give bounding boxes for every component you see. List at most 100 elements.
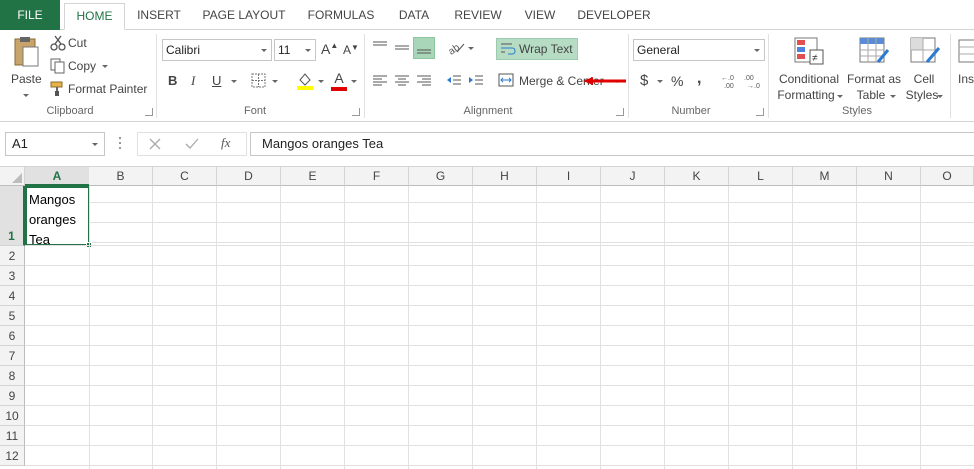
column-header[interactable]: K (665, 167, 729, 186)
comma-style-button[interactable]: , (697, 70, 701, 88)
chevron-down-icon (837, 95, 843, 98)
tab-data[interactable]: DATA (390, 3, 438, 30)
caret-down-icon: ▼ (351, 43, 359, 52)
font-launcher-icon[interactable] (352, 108, 360, 116)
insert-cells-button[interactable]: Ins (955, 34, 974, 102)
chevron-down-icon[interactable] (657, 80, 663, 83)
row-header[interactable]: 2 (0, 246, 25, 266)
shrink-font-button[interactable]: A▼ (343, 43, 359, 57)
gridline (920, 186, 921, 469)
row-header[interactable]: 6 (0, 326, 25, 346)
tab-formulas[interactable]: FORMULAS (302, 3, 380, 30)
formula-input[interactable]: Mangos oranges Tea (250, 132, 974, 156)
svg-text:→.0: →.0 (747, 83, 760, 90)
tab-page-layout[interactable]: PAGE LAYOUT (196, 3, 292, 30)
chevron-down-icon[interactable] (468, 47, 474, 50)
drag-handle-icon[interactable] (119, 137, 121, 151)
font-name-select[interactable]: Calibri (162, 39, 272, 61)
tab-file[interactable]: FILE (0, 0, 60, 30)
align-center-icon[interactable] (394, 74, 410, 88)
clipboard-launcher-icon[interactable] (145, 108, 153, 116)
column-header[interactable]: G (409, 167, 473, 186)
cancel-icon[interactable] (149, 138, 161, 150)
caret-up-icon: ▲ (330, 41, 339, 50)
increase-indent-icon[interactable] (468, 74, 484, 88)
copy-button[interactable]: Copy (50, 57, 108, 75)
bottom-align-button[interactable] (413, 37, 435, 59)
row-header[interactable]: 5 (0, 306, 25, 326)
gridline (792, 186, 793, 469)
number-format-select[interactable]: General (633, 39, 765, 61)
group-separator (156, 34, 157, 118)
middle-align-icon[interactable] (394, 40, 410, 54)
orientation-icon[interactable]: ab (446, 39, 466, 55)
align-right-icon[interactable] (416, 74, 432, 88)
row-header[interactable]: 3 (0, 266, 25, 286)
italic-button[interactable]: I (191, 73, 195, 89)
svg-text:≠: ≠ (812, 53, 818, 64)
column-header[interactable]: B (89, 167, 153, 186)
conditional-formatting-button[interactable]: ≠ Conditional Formatting (775, 34, 843, 102)
tab-review[interactable]: REVIEW (448, 3, 508, 30)
name-box[interactable]: A1 (5, 132, 105, 156)
wrap-text-button[interactable]: Wrap Text (496, 38, 578, 60)
percent-style-button[interactable]: % (671, 73, 683, 89)
column-header[interactable]: C (153, 167, 217, 186)
column-header[interactable]: I (537, 167, 601, 186)
select-all-corner[interactable] (0, 167, 25, 186)
column-header[interactable]: J (601, 167, 665, 186)
format-as-table-button[interactable]: Format as Table (846, 34, 902, 102)
tab-view[interactable]: VIEW (518, 3, 562, 30)
paste-button[interactable]: Paste (8, 34, 44, 100)
row-header[interactable]: 12 (0, 446, 25, 466)
row-header[interactable]: 10 (0, 406, 25, 426)
row-header[interactable]: 4 (0, 286, 25, 306)
column-header[interactable]: F (345, 167, 409, 186)
check-icon[interactable] (185, 138, 199, 150)
grow-font-button[interactable]: A▲ (321, 41, 338, 57)
cell-styles-button[interactable]: Cell Styles (903, 34, 945, 102)
column-header[interactable]: N (857, 167, 921, 186)
decrease-indent-icon[interactable] (446, 74, 462, 88)
row-header[interactable]: 8 (0, 366, 25, 386)
decrease-decimal-icon[interactable]: .00 →.0 (744, 72, 764, 90)
fill-color-icon[interactable] (296, 71, 314, 91)
row-header[interactable]: 1 (0, 186, 25, 246)
svg-text:.00: .00 (724, 83, 734, 90)
chevron-down-icon (92, 143, 98, 146)
column-header[interactable]: O (921, 167, 974, 186)
font-size-select[interactable]: 11 (274, 39, 316, 61)
gridline (280, 186, 281, 469)
cell-area[interactable] (25, 186, 974, 469)
column-header[interactable]: A (25, 167, 90, 186)
align-left-icon[interactable] (372, 74, 388, 88)
chevron-down-icon (754, 49, 760, 52)
gridline (408, 186, 409, 469)
increase-decimal-icon[interactable]: ←.0 .00 (721, 72, 741, 90)
tab-insert[interactable]: INSERT (130, 3, 188, 30)
bold-button[interactable]: B (168, 73, 177, 88)
chevron-down-icon[interactable] (318, 80, 324, 83)
chevron-down-icon[interactable] (351, 80, 357, 83)
number-launcher-icon[interactable] (756, 108, 764, 116)
insert-function-button[interactable]: fx (221, 135, 230, 151)
chevron-down-icon[interactable] (272, 80, 278, 83)
tab-developer[interactable]: DEVELOPER (574, 3, 654, 30)
font-color-button[interactable]: A (331, 70, 347, 92)
row-header[interactable]: 9 (0, 386, 25, 406)
cell-a1[interactable]: Mangos oranges Tea (25, 186, 92, 248)
column-header[interactable]: L (729, 167, 793, 186)
top-align-icon[interactable] (372, 40, 388, 54)
column-header[interactable]: H (473, 167, 537, 186)
row-header[interactable]: 7 (0, 346, 25, 366)
tab-home[interactable]: HOME (64, 3, 125, 30)
chevron-down-icon[interactable] (231, 80, 237, 83)
accounting-format-button[interactable]: $ (640, 72, 648, 89)
column-header[interactable]: E (281, 167, 345, 186)
alignment-launcher-icon[interactable] (616, 108, 624, 116)
column-header[interactable]: M (793, 167, 857, 186)
underline-button[interactable]: U (212, 73, 221, 88)
row-header[interactable]: 11 (0, 426, 25, 446)
borders-icon[interactable] (251, 73, 267, 89)
column-header[interactable]: D (217, 167, 281, 186)
